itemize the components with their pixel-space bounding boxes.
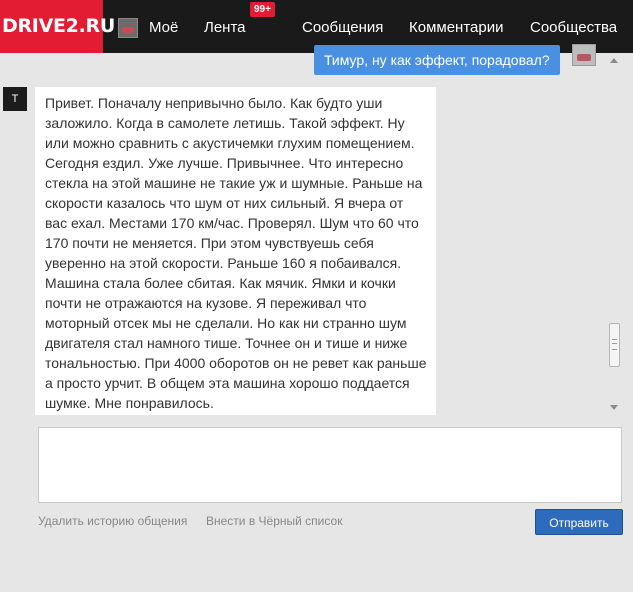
sender-avatar[interactable]: T — [3, 87, 27, 111]
scroll-down-arrow-icon[interactable] — [610, 405, 618, 410]
lenta-count-badge: 99+ — [250, 2, 275, 17]
outgoing-message: Тимур, ну как эффект, порадовал? — [314, 45, 560, 75]
chat-scrollbar[interactable] — [606, 53, 623, 415]
user-avatar-icon[interactable] — [118, 18, 138, 38]
nav-lenta[interactable]: Лента — [204, 0, 246, 53]
my-avatar[interactable] — [572, 44, 596, 66]
nav-moe[interactable]: Моё — [149, 0, 178, 53]
message-input[interactable] — [38, 427, 622, 503]
blacklist-link[interactable]: Внести в Чёрный список — [206, 514, 342, 528]
scroll-up-arrow-icon[interactable] — [610, 58, 618, 63]
scroll-thumb[interactable] — [609, 323, 620, 367]
send-button[interactable]: Отправить — [535, 509, 623, 535]
site-logo[interactable]: DRIVE2.RU — [0, 0, 115, 53]
incoming-message: Привет. Поначалу непривычно было. Как бу… — [35, 87, 436, 415]
delete-history-link[interactable]: Удалить историю общения — [38, 514, 187, 528]
